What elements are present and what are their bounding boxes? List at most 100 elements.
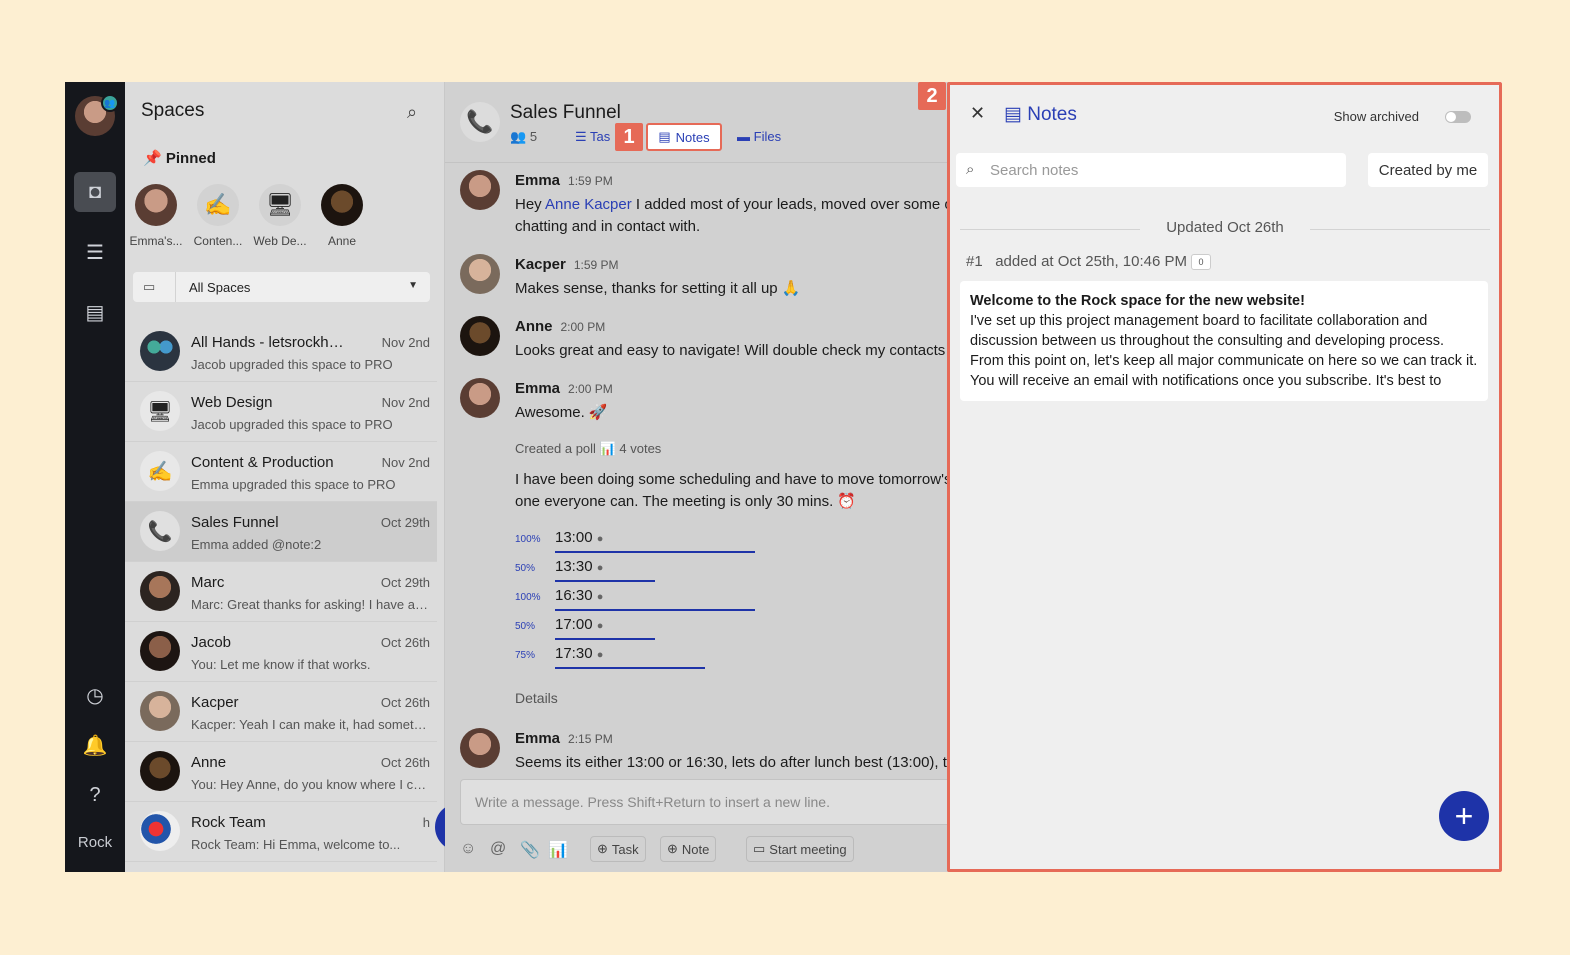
check-icon: ●: [596, 620, 604, 632]
note-title: Welcome to the Rock space for the new we…: [970, 293, 1305, 309]
avatar[interactable]: [460, 728, 500, 768]
avatar[interactable]: [460, 254, 500, 294]
space-list: All Hands - letsrockhq.... Nov 2nd Jacob…: [125, 322, 437, 862]
details-link[interactable]: Details: [515, 690, 558, 706]
poll-caption: Created a poll 📊 4 votes: [515, 441, 662, 456]
avatar: [140, 631, 180, 671]
space-subtitle: Kacper: Yeah I can make it, had somethi.…: [191, 717, 431, 732]
tab-files[interactable]: ▬ Files: [737, 129, 781, 144]
spaces-nav-button[interactable]: ◘: [74, 172, 116, 212]
message-input[interactable]: Write a message. Press Shift+Return to i…: [460, 779, 960, 825]
pin-icon: 📌: [143, 150, 166, 167]
poll-bar: [555, 667, 705, 669]
divider: [445, 162, 950, 163]
help-button[interactable]: ?: [74, 775, 116, 815]
check-icon: ●: [596, 649, 604, 661]
callout-badge: 2: [918, 82, 946, 110]
pinned-space[interactable]: ✍ Conten...: [187, 184, 249, 248]
avatar: [140, 331, 180, 371]
list-icon: ☰: [86, 241, 104, 264]
poll-bar: [555, 638, 655, 640]
video-icon: ▭: [753, 841, 766, 856]
computer-icon: 🖥: [140, 391, 180, 431]
search-icon[interactable]: ⌕: [407, 102, 417, 123]
space-subtitle: Emma upgraded this space to PRO: [191, 477, 396, 492]
close-icon[interactable]: ✕: [970, 103, 985, 124]
note-card[interactable]: Welcome to the Rock space for the new we…: [960, 281, 1488, 401]
history-button[interactable]: ◷: [74, 675, 116, 715]
space-list-item[interactable]: Jacob Oct 26th You: Let me know if that …: [125, 622, 437, 682]
spaces-panel: Spaces ⌕ 📌 Pinned Emma's... ✍ Conten... 🖥…: [125, 82, 504, 872]
pinned-name: Anne: [327, 234, 357, 248]
notes-nav-button[interactable]: ▤: [74, 292, 116, 332]
filter-value: All Spaces: [189, 280, 251, 295]
show-archived-toggle[interactable]: [1445, 111, 1471, 123]
space-list-item[interactable]: ✍ Content & Production Nov 2nd Emma upgr…: [125, 442, 437, 502]
phone-icon: 📞: [140, 511, 180, 551]
space-title: Sales Funnel: [191, 514, 279, 531]
start-meeting-button[interactable]: ▭ Start meeting: [746, 836, 854, 862]
pinned-name: Emma's...: [129, 234, 183, 248]
emoji-icon[interactable]: ☺: [460, 840, 476, 858]
poll-option-label: 13:00 ●: [555, 529, 604, 546]
space-subtitle: Emma added @note:2: [191, 537, 322, 552]
people-icon: 👥: [101, 94, 119, 112]
avatar[interactable]: [460, 316, 500, 356]
space-subtitle: You: Hey Anne, do you know where I can..…: [191, 777, 431, 792]
space-list-item[interactable]: Marc Oct 29th Marc: Great thanks for ask…: [125, 562, 437, 622]
space-subtitle: Rock Team: Hi Emma, welcome to...: [191, 837, 401, 852]
space-list-item[interactable]: Kacper Oct 26th Kacper: Yeah I can make …: [125, 682, 437, 742]
message-text: Makes sense, thanks for setting it all u…: [515, 280, 801, 297]
space-list-item[interactable]: 📞 Sales Funnel Oct 29th Emma added @note…: [125, 502, 437, 562]
space-date: Nov 2nd: [381, 395, 430, 410]
member-count[interactable]: 👥 5: [510, 129, 537, 145]
space-list-item[interactable]: All Hands - letsrockhq.... Nov 2nd Jacob…: [125, 322, 437, 382]
space-title: Kacper: [191, 694, 239, 711]
space-subtitle: Jacob upgraded this space to PRO: [191, 357, 393, 372]
avatar: [140, 691, 180, 731]
pinned-space[interactable]: Anne: [311, 184, 373, 248]
poll-option-label: 17:30 ●: [555, 645, 604, 662]
bar-chart-icon: 📊: [599, 441, 616, 456]
space-title: All Hands - letsrockhq....: [191, 334, 351, 351]
add-note-button[interactable]: ⊕ Note: [660, 836, 717, 862]
search-notes-input[interactable]: ⌕ Search notes: [956, 153, 1346, 187]
notes-title: ▤ Notes: [1004, 104, 1077, 125]
space-date: Nov 2nd: [381, 335, 430, 350]
add-task-button[interactable]: ⊕ Task: [590, 836, 646, 862]
poll-percent: 75%: [515, 650, 536, 661]
space-title: Rock Team: [191, 814, 266, 831]
composer-toolbar: ☺ @ 📎 📊 ⊕ Task ⊕ Note ▭ Start meeting: [460, 836, 950, 862]
phone-icon: 📞: [460, 102, 500, 142]
tasks-nav-button[interactable]: ☰: [74, 232, 116, 272]
list-icon: ☰: [575, 129, 591, 144]
avatar[interactable]: [460, 170, 500, 210]
paperclip-icon[interactable]: 📎: [520, 840, 540, 860]
pinned-space[interactable]: Emma's...: [125, 184, 187, 248]
pinned-label: 📌 Pinned: [143, 150, 216, 167]
space-title: Marc: [191, 574, 225, 591]
poll-icon[interactable]: 📊: [548, 840, 568, 860]
brand-label: Rock: [77, 834, 113, 851]
created-by-me-button[interactable]: Created by me: [1368, 153, 1488, 187]
pinned-name: Conten...: [193, 234, 243, 248]
add-note-button[interactable]: +: [1439, 791, 1489, 841]
space-list-item[interactable]: Rock Team h Rock Team: Hi Emma, welcome …: [125, 802, 437, 862]
mention-icon[interactable]: @: [490, 840, 506, 858]
notifications-button[interactable]: 🔔: [74, 725, 116, 765]
highlight-outline: [646, 123, 722, 151]
space-filter-select[interactable]: ▭ All Spaces ▼: [133, 272, 430, 302]
message-text: Looks great and easy to navigate! Will d…: [515, 342, 946, 359]
chat-panel: 📞 Sales Funnel 👥 5 ☰ Tas ▤ Notes ▬ Files …: [445, 82, 960, 872]
pinned-space[interactable]: 🖥 Web De...: [249, 184, 311, 248]
input-placeholder: Write a message. Press Shift+Return to i…: [475, 794, 830, 810]
space-subtitle: Marc: Great thanks for asking! I have a …: [191, 597, 431, 612]
space-list-item[interactable]: 🖥 Web Design Nov 2nd Jacob upgraded this…: [125, 382, 437, 442]
space-list-item[interactable]: Anne Oct 26th You: Hey Anne, do you know…: [125, 742, 437, 802]
tab-tasks[interactable]: ☰ Tas: [575, 129, 610, 145]
avatar[interactable]: [460, 378, 500, 418]
space-subtitle: Jacob upgraded this space to PRO: [191, 417, 393, 432]
group-header: Updated Oct 26th: [960, 219, 1490, 236]
plus-circle-icon: ⊕: [667, 841, 678, 856]
mention-link[interactable]: Anne Kacper: [545, 196, 632, 213]
